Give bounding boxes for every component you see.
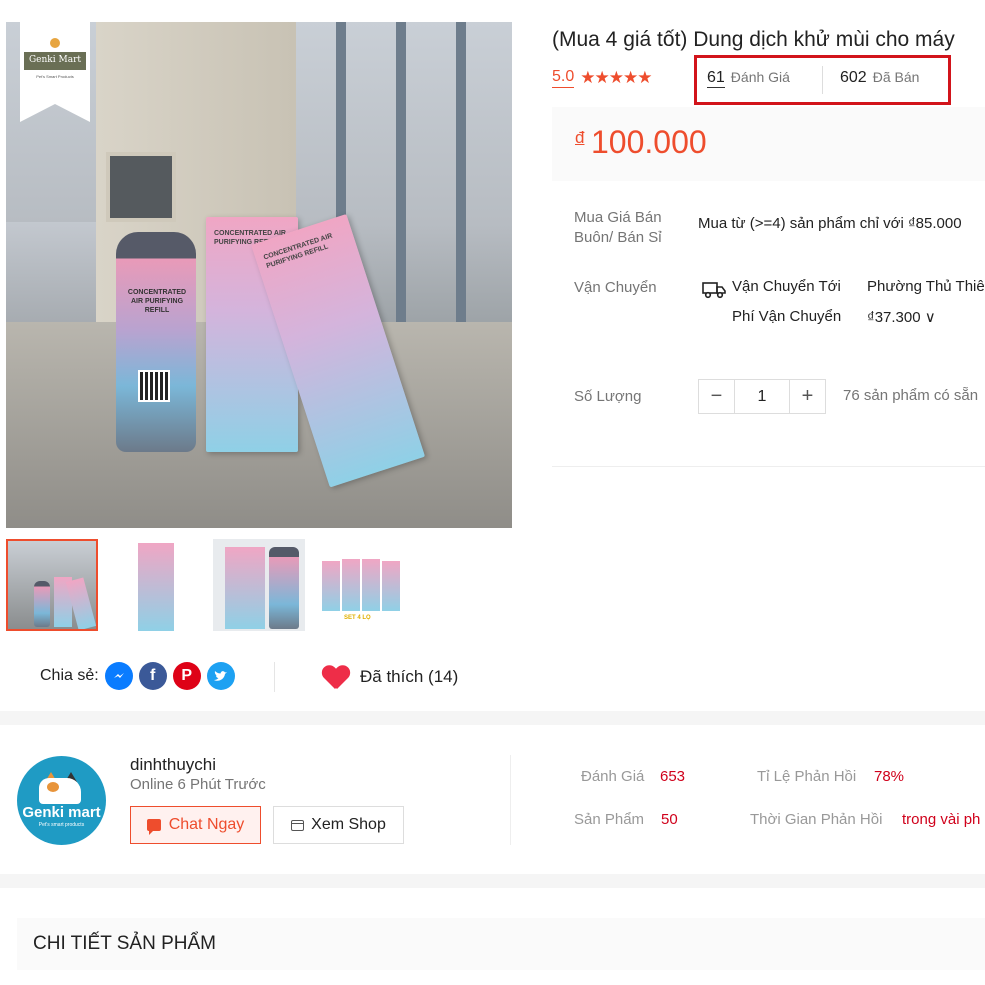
star-icons: ★★★★★	[580, 68, 652, 87]
shop-products-value: 50	[661, 811, 678, 828]
stock-available: 76 sản phẩm có sẵn	[843, 387, 979, 404]
like-button[interactable]: Đã thích (14)	[322, 664, 458, 690]
shop-name: dinhthuychi	[130, 755, 217, 774]
shipping-fee-dropdown[interactable]: ₫37.300 ∨	[867, 308, 936, 326]
shop-reviews-value: 653	[660, 768, 686, 785]
product-title: (Mua 4 giá tốt) Dung dịch khử mùi cho má…	[552, 28, 955, 51]
increase-quantity-button[interactable]: +	[790, 380, 825, 413]
background-city	[6, 222, 101, 332]
wholesale-label: Mua Giá Bán Buôn/ Bán Sỉ	[574, 209, 662, 246]
thumbnail-2[interactable]	[110, 539, 202, 631]
section-separator	[0, 874, 985, 888]
view-shop-label: Xem Shop	[311, 816, 386, 833]
quantity-stepper: − 1 +	[698, 379, 826, 414]
review-count[interactable]: 61 Đánh Giá	[707, 69, 790, 88]
view-shop-button[interactable]: Xem Shop	[273, 806, 404, 844]
heart-icon	[322, 664, 350, 690]
qr-code	[138, 370, 170, 402]
ship-to-label: Vận Chuyển Tới	[732, 278, 841, 295]
cat-logo-icon	[39, 778, 81, 804]
thumbnail-caption: SET 4 LỌ	[344, 615, 371, 621]
product-price: 100.000	[591, 124, 707, 160]
avatar-brand: Genki mart	[22, 804, 101, 821]
shipping-fee-label: Phí Vận Chuyển	[732, 308, 842, 325]
rating-score: 5.0	[552, 68, 575, 88]
decrease-quantity-button[interactable]: −	[699, 380, 734, 413]
quantity-label: Số Lượng	[574, 388, 642, 405]
messenger-icon[interactable]	[104, 662, 133, 690]
response-time-label: Thời Gian Phản Hồi	[750, 811, 883, 828]
twitter-icon[interactable]	[206, 662, 235, 690]
store-icon	[291, 819, 305, 831]
sold-count: 602 Đã Bán	[840, 69, 919, 87]
thumbnail-3[interactable]	[213, 539, 305, 631]
share-row: Chia sẻ: f P	[40, 662, 241, 690]
thumbnail-1[interactable]	[6, 539, 98, 631]
background-rail	[456, 22, 466, 352]
review-count-label: Đánh Giá	[730, 69, 790, 85]
details-title: CHI TIẾT SẢN PHẨM	[33, 933, 216, 954]
quantity-input[interactable]: 1	[734, 380, 790, 413]
pinterest-icon[interactable]: P	[172, 662, 201, 690]
info-divider	[552, 466, 985, 467]
product-page: CONCENTRATED AIR PURIFYING REFILL CONCEN…	[0, 0, 985, 985]
response-rate-value: 78%	[874, 768, 905, 785]
shop-online-status: Online 6 Phút Trước	[130, 776, 266, 793]
like-count: Đã thích (14)	[360, 667, 459, 686]
brand-logo-icon	[50, 38, 60, 48]
section-separator	[0, 711, 985, 725]
brand-tagline: Pet's Smart Products	[36, 74, 74, 79]
shipping-label: Vận Chuyển	[574, 279, 657, 296]
thumbnail-4[interactable]: SET 4 LỌ	[316, 539, 408, 631]
avatar-tagline: Pet's smart products	[38, 822, 85, 828]
truck-icon	[702, 282, 726, 299]
brand-name: Genki Mart	[28, 55, 81, 65]
background-rail	[396, 22, 406, 352]
shop-avatar[interactable]: Genki mart Pet's smart products	[17, 756, 106, 845]
facebook-icon[interactable]: f	[138, 662, 167, 690]
shop-divider	[510, 755, 511, 845]
chat-now-button[interactable]: Chat Ngay	[130, 806, 261, 844]
chat-now-label: Chat Ngay	[168, 816, 245, 833]
sold-count-label: Đã Bán	[872, 69, 920, 85]
chat-icon	[146, 819, 161, 835]
share-divider	[274, 662, 275, 692]
background-window	[106, 152, 176, 222]
review-count-value: 61	[707, 69, 725, 88]
wholesale-text: Mua từ (>=4) sản phẩm chỉ với ₫85.000	[698, 215, 962, 232]
ship-to-value[interactable]: Phường Thủ Thiê	[867, 278, 985, 295]
currency-symbol: đ	[575, 128, 585, 147]
response-time-value: trong vài ph	[902, 811, 981, 828]
share-label: Chia sẻ:	[40, 667, 99, 684]
shop-reviews-label: Đánh Giá	[581, 768, 645, 785]
response-rate-label: Tỉ Lệ Phản Hồi	[757, 768, 857, 785]
rating-summary[interactable]: 5.0 ★★★★★	[552, 68, 652, 88]
bottle-label: CONCENTRATED AIR PURIFYING REFILL	[127, 289, 187, 314]
stat-divider	[822, 66, 823, 94]
refill-bottle: CONCENTRATED AIR PURIFYING REFILL	[116, 232, 196, 452]
sold-count-value: 602	[840, 69, 867, 86]
shop-products-label: Sản Phẩm	[574, 811, 645, 828]
